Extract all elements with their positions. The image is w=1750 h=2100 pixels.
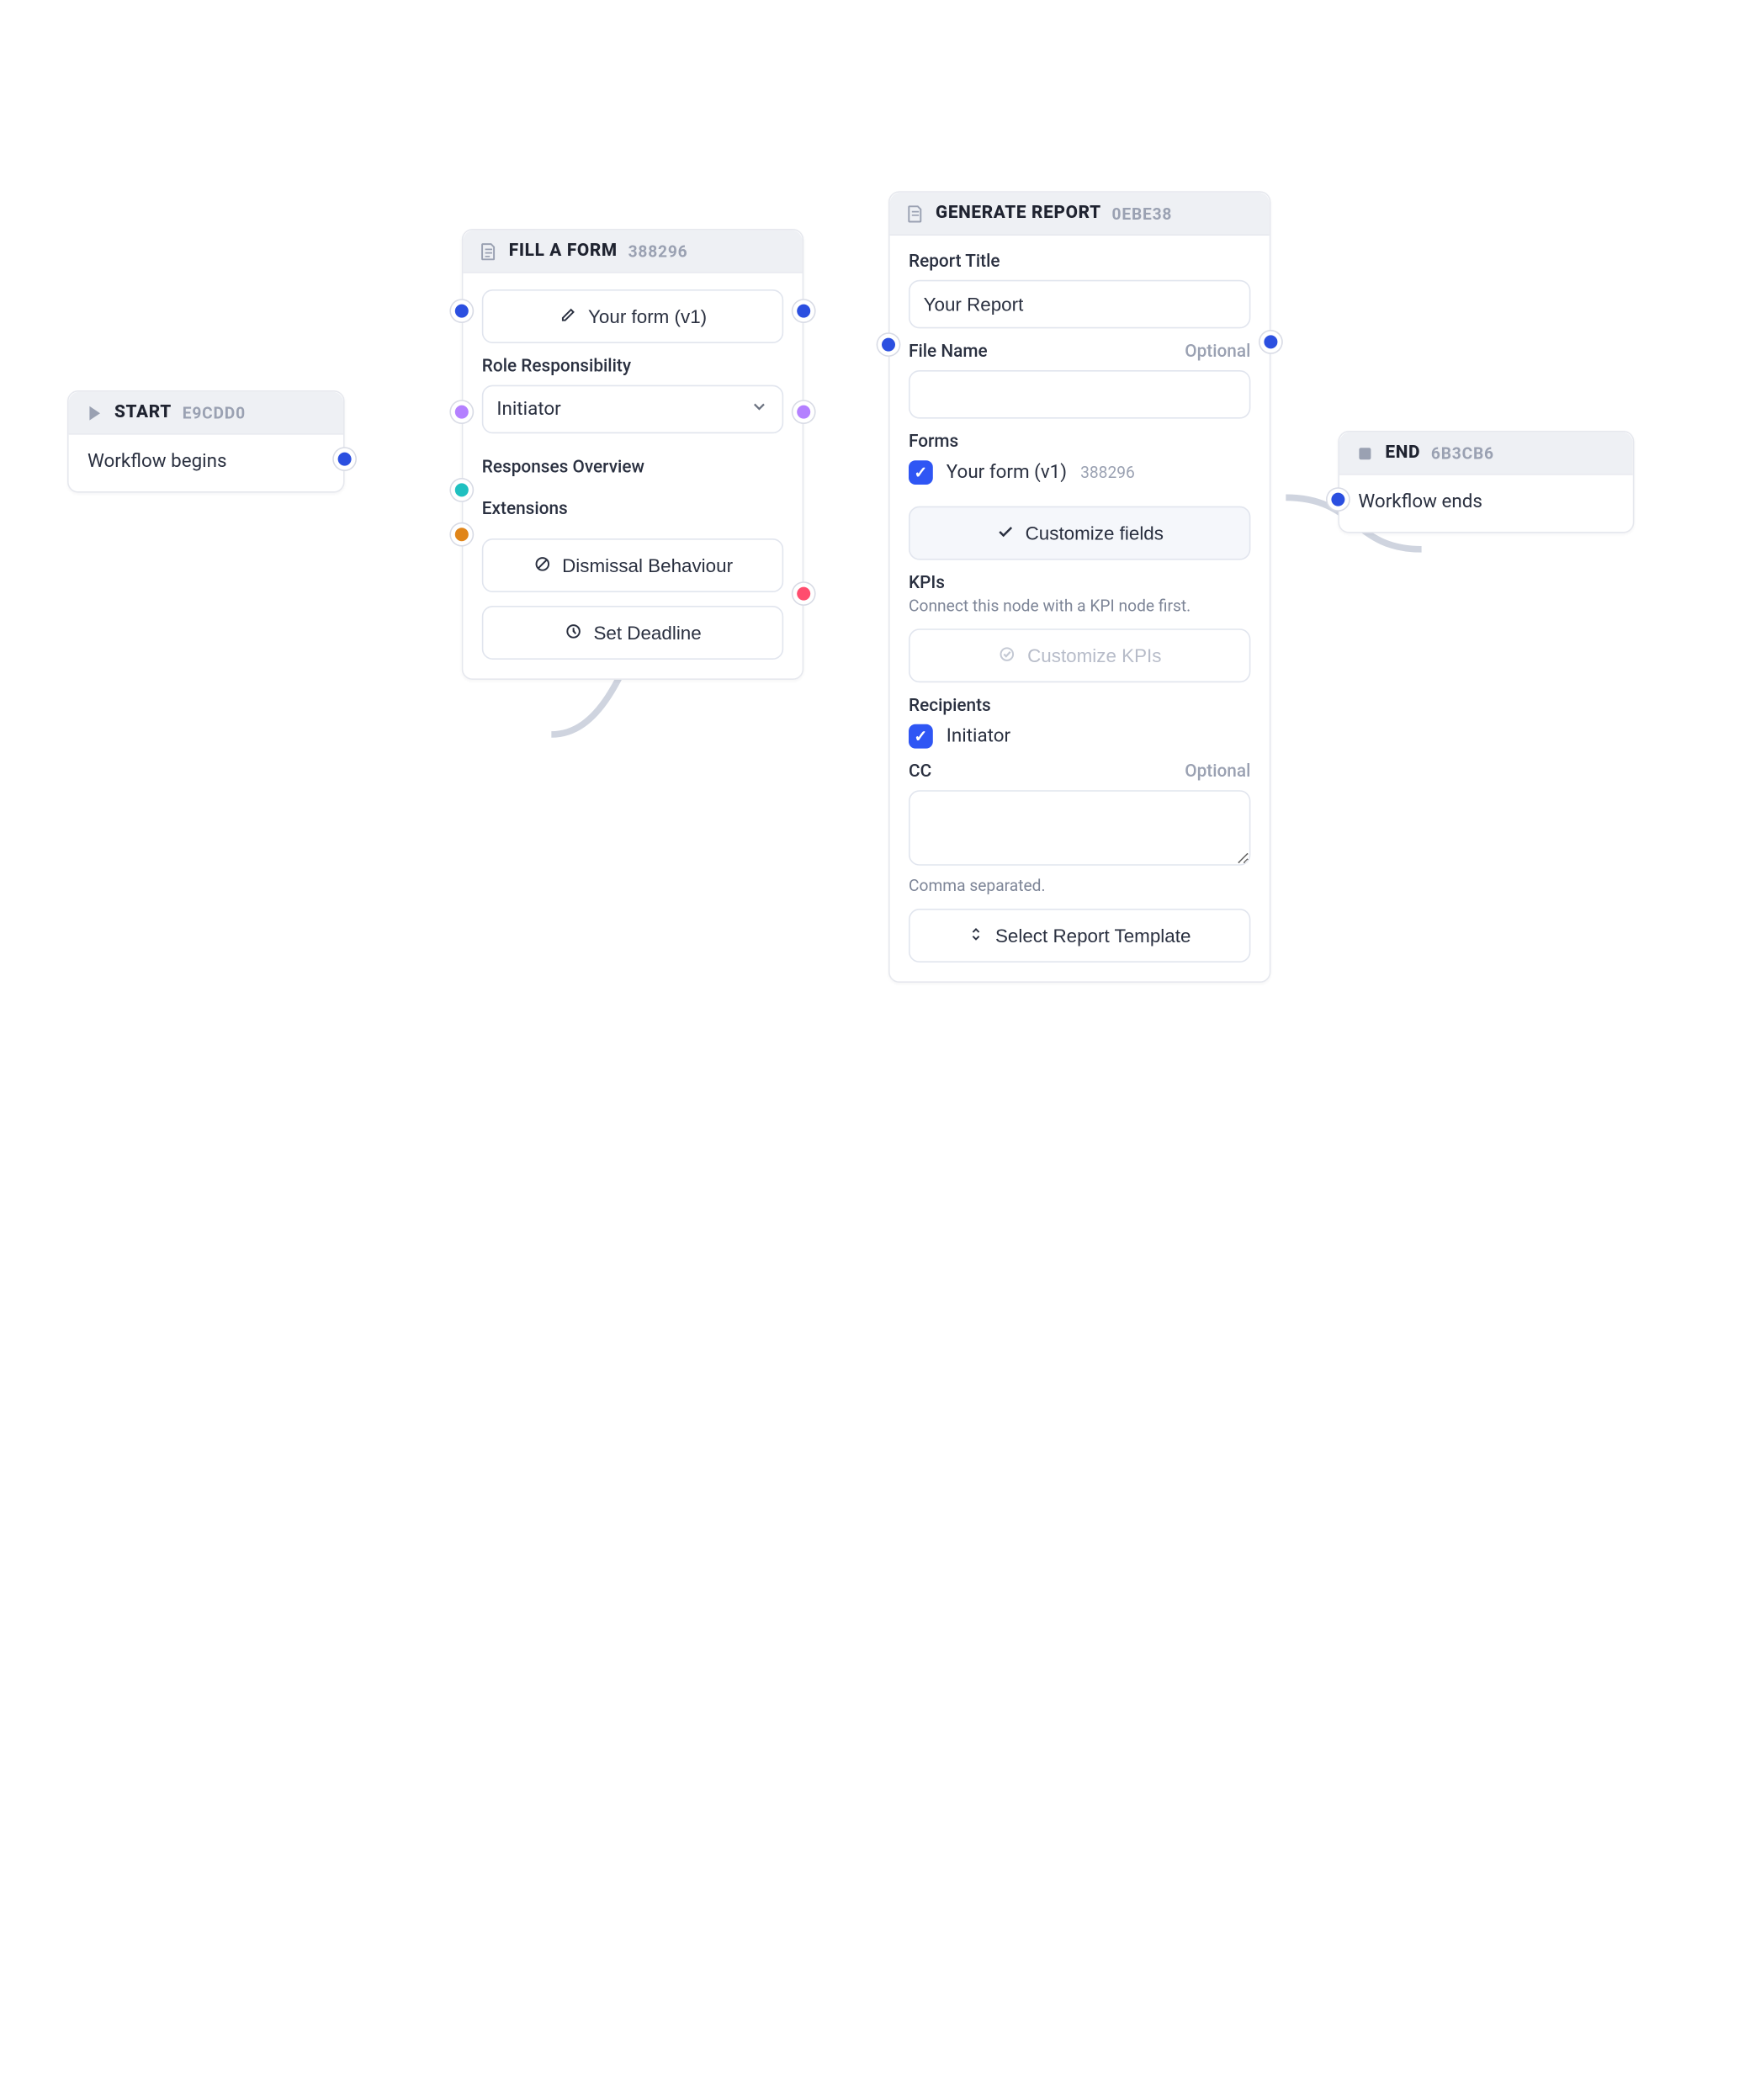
node-start-title: START — [114, 402, 172, 422]
port-form-extensions[interactable] — [451, 523, 473, 545]
node-start-header: START E9CDD0 — [69, 392, 343, 435]
report-title-input[interactable] — [909, 280, 1250, 329]
port-form-role-right[interactable] — [793, 401, 814, 423]
extensions-label: Extensions — [482, 500, 783, 520]
node-start[interactable]: START E9CDD0 Workflow begins — [67, 390, 345, 493]
play-icon — [85, 403, 103, 422]
report-icon — [906, 204, 925, 222]
customize-fields-button[interactable]: Customize fields — [909, 506, 1250, 560]
kpis-hint: Connect this node with a KPI node first. — [909, 597, 1250, 615]
node-generate-report-header: GENERATE REPORT 0EBE38 — [890, 193, 1270, 236]
node-end-body: Workflow ends — [1358, 491, 1614, 513]
node-generate-report-hash: 0EBE38 — [1112, 204, 1173, 222]
customize-fields-label: Customize fields — [1026, 522, 1164, 544]
sort-icon — [968, 925, 984, 947]
set-deadline-label: Set Deadline — [593, 622, 701, 644]
customize-kpis-label: Customize KPIs — [1027, 644, 1161, 666]
node-end[interactable]: END 6B3CB6 Workflow ends — [1338, 431, 1634, 533]
cc-label: CC Optional — [909, 762, 1250, 782]
form-checkbox-hash: 388296 — [1080, 463, 1135, 481]
node-start-hash: E9CDD0 — [183, 403, 246, 422]
chevron-down-icon — [750, 397, 768, 422]
file-name-optional: Optional — [1185, 342, 1250, 362]
kpis-label: KPIs — [909, 574, 1250, 594]
port-gen-in[interactable] — [878, 334, 899, 356]
check-icon — [995, 522, 1014, 544]
node-end-header: END 6B3CB6 — [1339, 432, 1633, 475]
form-checkbox-label: Your form (v1) — [947, 462, 1067, 484]
node-fill-form-title: FILL A FORM — [509, 241, 618, 261]
customize-kpis-button: Customize KPIs — [909, 628, 1250, 682]
cancel-icon — [533, 554, 551, 576]
file-name-input[interactable] — [909, 370, 1250, 419]
port-form-responses[interactable] — [451, 480, 473, 501]
report-title-label: Report Title — [909, 252, 1250, 272]
connectors — [0, 0, 1750, 2100]
form-checkbox[interactable]: ✓ — [909, 460, 933, 485]
role-responsibility-select[interactable]: Initiator — [482, 385, 783, 434]
port-end-in[interactable] — [1328, 489, 1350, 511]
dismissal-behaviour-button[interactable]: Dismissal Behaviour — [482, 538, 783, 592]
file-name-label: File Name Optional — [909, 342, 1250, 362]
cc-optional: Optional — [1185, 762, 1250, 782]
node-generate-report[interactable]: GENERATE REPORT 0EBE38 Report Title File… — [888, 191, 1270, 983]
recipients-label: Recipients — [909, 696, 1250, 716]
port-form-in[interactable] — [451, 300, 473, 322]
port-gen-out[interactable] — [1260, 331, 1282, 353]
clock-icon — [564, 621, 582, 644]
port-form-role-left[interactable] — [451, 401, 473, 423]
node-generate-report-title: GENERATE REPORT — [936, 204, 1101, 224]
forms-label: Forms — [909, 432, 1250, 453]
responses-overview-label: Responses Overview — [482, 458, 783, 478]
port-form-dismissal[interactable] — [793, 583, 814, 605]
cc-textarea[interactable] — [909, 790, 1250, 866]
node-fill-form-header: FILL A FORM 388296 — [463, 231, 802, 273]
edit-icon — [559, 305, 577, 327]
cc-hint: Comma separated. — [909, 877, 1250, 895]
node-end-hash: 6B3CB6 — [1431, 443, 1494, 462]
your-form-button[interactable]: Your form (v1) — [482, 289, 783, 343]
your-form-label: Your form (v1) — [588, 305, 707, 327]
dismissal-behaviour-label: Dismissal Behaviour — [562, 554, 733, 576]
node-fill-form-hash: 388296 — [628, 241, 688, 260]
role-responsibility-value: Initiator — [496, 399, 560, 421]
recipient-initiator-label: Initiator — [947, 725, 1010, 747]
circle-check-icon — [998, 644, 1016, 667]
stop-icon — [1355, 443, 1374, 462]
select-report-template-label: Select Report Template — [995, 925, 1191, 947]
role-responsibility-label: Role Responsibility — [482, 357, 783, 377]
document-icon — [480, 241, 498, 260]
recipient-initiator-checkbox[interactable]: ✓ — [909, 724, 933, 749]
set-deadline-button[interactable]: Set Deadline — [482, 606, 783, 660]
port-start-out[interactable] — [334, 448, 356, 470]
select-report-template-button[interactable]: Select Report Template — [909, 909, 1250, 962]
node-end-title: END — [1385, 443, 1420, 463]
node-fill-form[interactable]: FILL A FORM 388296 Your form (v1) Role R… — [462, 229, 803, 680]
node-start-body: Workflow begins — [88, 451, 325, 473]
port-form-out[interactable] — [793, 300, 814, 322]
